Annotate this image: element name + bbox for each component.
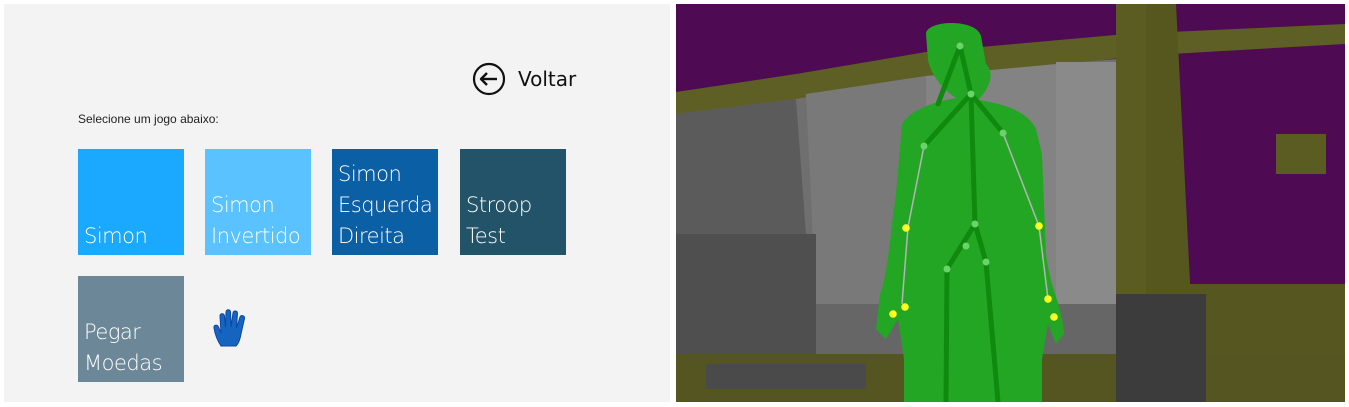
back-label: Voltar	[518, 67, 577, 91]
back-arrow-icon	[472, 62, 506, 96]
game-tile-stroop-test[interactable]: Stroop Test	[460, 149, 566, 255]
game-tile-label: Simon Esquerda Direita	[338, 162, 433, 248]
game-tile-label: Stroop Test	[466, 193, 532, 248]
depth-camera-view	[676, 4, 1345, 402]
game-tile-label: Pegar Moedas	[84, 320, 163, 375]
game-menu-panel: Voltar Selecione um jogo abaixo: Simon S…	[4, 4, 670, 402]
instruction-text: Selecione um jogo abaixo:	[78, 112, 219, 126]
game-tile-simon-invertido[interactable]: Simon Invertido	[205, 149, 311, 255]
game-tile-simon-esquerda-direita[interactable]: Simon Esquerda Direita	[332, 149, 438, 255]
game-tile-pegar-moedas[interactable]: Pegar Moedas	[78, 276, 184, 382]
depth-image	[676, 4, 1345, 402]
hand-cursor-icon	[213, 309, 246, 347]
game-tile-simon[interactable]: Simon	[78, 149, 184, 255]
game-tile-label: Simon	[84, 224, 148, 248]
game-tile-label: Simon Invertido	[211, 193, 301, 248]
back-button[interactable]: Voltar	[472, 60, 576, 98]
